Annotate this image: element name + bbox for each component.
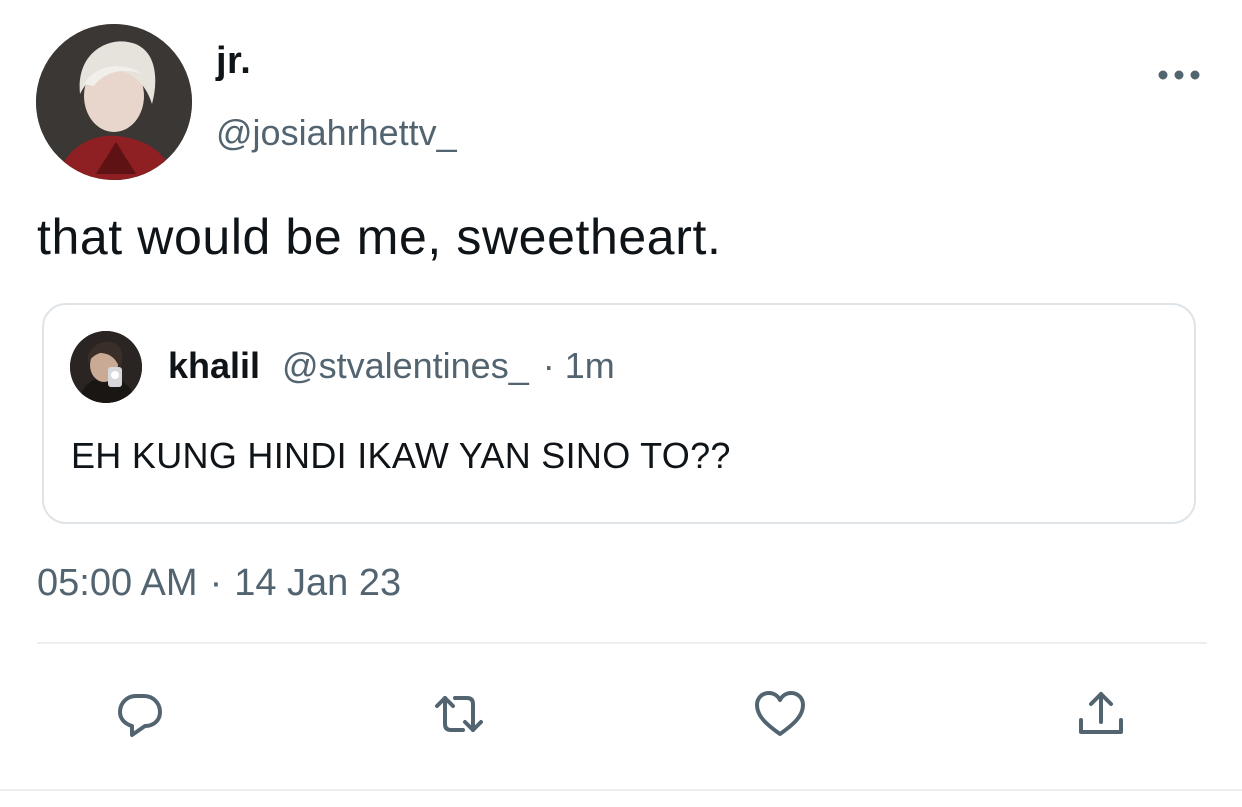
user-avatar-icon <box>70 331 142 403</box>
share-icon <box>1079 692 1123 734</box>
quoted-author-avatar[interactable] <box>70 331 142 403</box>
quoted-author-name[interactable]: khalil <box>168 345 260 387</box>
more-options-button[interactable] <box>1152 58 1206 92</box>
reply-icon <box>118 694 162 737</box>
like-button[interactable] <box>750 684 810 744</box>
quoted-separator: · <box>542 345 555 386</box>
tweet-timestamp[interactable]: 05:00 AM · 14 Jan 23 <box>37 562 401 605</box>
tweet-text: that would be me, sweetheart. <box>37 209 722 265</box>
heart-icon <box>755 691 805 736</box>
retweet-button[interactable] <box>429 684 489 744</box>
quoted-tweet-age: 1m <box>564 345 615 386</box>
user-avatar-icon <box>36 24 192 180</box>
author-handle[interactable]: @josiahrhettv_ <box>216 112 457 154</box>
quoted-tweet-card[interactable]: khalil @stvalentines_ · 1m EH KUNG HINDI… <box>42 303 1196 524</box>
reply-button[interactable] <box>110 684 170 744</box>
more-icon <box>1158 70 1200 80</box>
divider <box>37 642 1207 644</box>
timestamp-separator: · <box>209 562 223 604</box>
quoted-tweet-text: EH KUNG HINDI IKAW YAN SINO TO?? <box>71 435 731 476</box>
author-avatar[interactable] <box>36 24 192 180</box>
timestamp-time: 05:00 AM <box>37 562 198 604</box>
retweet-icon <box>435 696 483 732</box>
share-button[interactable] <box>1071 684 1131 744</box>
tweet-detail: jr. @josiahrhettv_ that would be me, swe… <box>0 0 1242 807</box>
timestamp-date: 14 Jan 23 <box>234 562 402 604</box>
quoted-author-handle[interactable]: @stvalentines_ <box>282 345 529 387</box>
author-display-name[interactable]: jr. <box>216 40 251 83</box>
divider <box>0 789 1242 791</box>
quoted-tweet-header: khalil @stvalentines_ · 1m <box>168 345 615 387</box>
